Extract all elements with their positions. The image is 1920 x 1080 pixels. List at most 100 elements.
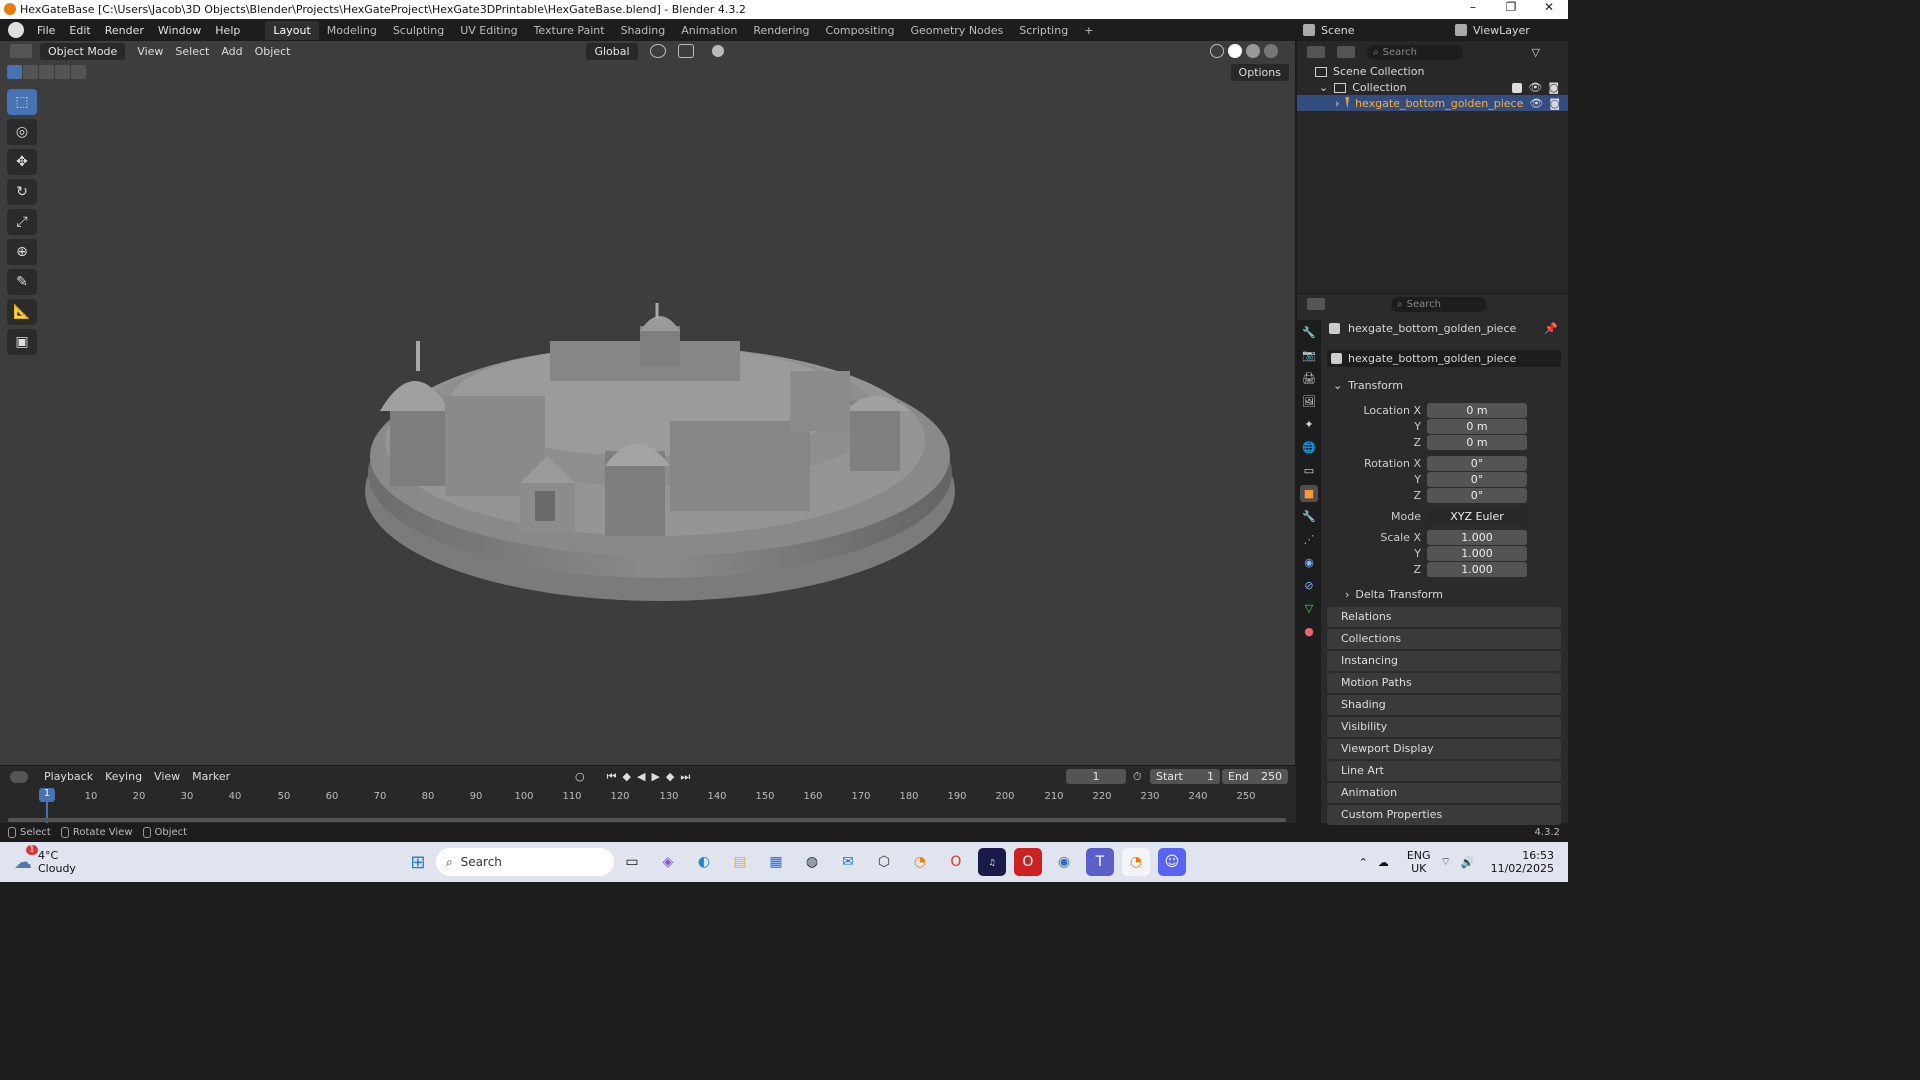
tree-scene-collection[interactable]: Scene Collection <box>1315 65 1424 78</box>
select-subtract-icon[interactable] <box>39 65 54 79</box>
teams-icon[interactable]: T <box>1085 848 1114 876</box>
timeline-scrollbar[interactable] <box>8 818 1286 822</box>
panel-instancing[interactable]: Instancing <box>1327 651 1561 671</box>
3d-viewport[interactable]: Object Mode View Select Add Object Globa… <box>0 41 1296 765</box>
mail-icon[interactable]: ✉ <box>834 848 862 876</box>
scale-x-field[interactable]: 1.000 <box>1427 529 1527 545</box>
tab-geometry-nodes[interactable]: Geometry Nodes <box>902 21 1011 40</box>
menu-object[interactable]: Object <box>249 43 297 60</box>
copilot-icon[interactable]: ◈ <box>654 848 682 876</box>
tool-tab-icon[interactable]: 🔧 <box>1300 324 1318 341</box>
end-frame-field[interactable]: End 250 <box>1222 769 1288 784</box>
tab-rendering[interactable]: Rendering <box>745 21 817 40</box>
constraints-tab-icon[interactable]: ⊘ <box>1300 577 1318 594</box>
onedrive-icon[interactable]: ☁ <box>1378 856 1389 869</box>
panel-viewport-display[interactable]: Viewport Display <box>1327 739 1561 759</box>
camera-icon[interactable]: ◙ <box>1549 97 1560 110</box>
panel-relations[interactable]: Relations <box>1327 607 1561 627</box>
scene-tab-icon[interactable]: ✦ <box>1300 416 1318 433</box>
blender-taskbar-icon[interactable]: ◔ <box>906 848 934 876</box>
blender-active-icon[interactable]: ◔ <box>1121 848 1150 876</box>
rotation-x-field[interactable]: 0° <box>1427 455 1527 471</box>
windows-start-icon[interactable]: ⊞ <box>404 848 432 876</box>
tab-layout[interactable]: Layout <box>265 20 319 40</box>
menu-window[interactable]: Window <box>151 24 208 37</box>
tab-scripting[interactable]: Scripting <box>1011 21 1076 40</box>
tab-texture-paint[interactable]: Texture Paint <box>526 21 613 40</box>
pin-icon[interactable]: 📌 <box>1544 322 1558 335</box>
eye-icon[interactable]: 👁 <box>1529 97 1543 110</box>
location-y-field[interactable]: 0 m <box>1427 418 1527 434</box>
tab-compositing[interactable]: Compositing <box>818 21 903 40</box>
blender-menu-icon[interactable] <box>8 22 24 38</box>
solid-shading-icon[interactable] <box>1228 44 1242 58</box>
outliner-editor-type-icon[interactable] <box>1307 46 1325 58</box>
rotate-tool-icon[interactable]: ↻ <box>7 179 37 205</box>
task-view-icon[interactable]: ▭ <box>618 848 646 876</box>
transform-tool-icon[interactable]: ⊕ <box>7 239 37 265</box>
expand-chevron-icon[interactable]: › <box>1335 97 1339 110</box>
view-layer-tab-icon[interactable]: 🖼 <box>1300 393 1318 410</box>
modifier-tab-icon[interactable]: 🔧 <box>1300 508 1318 525</box>
wireframe-shading-icon[interactable] <box>1210 44 1224 58</box>
menu-select[interactable]: Select <box>169 43 215 60</box>
panel-visibility[interactable]: Visibility <box>1327 717 1561 737</box>
material-shading-icon[interactable] <box>1246 44 1260 58</box>
viewport-shading-icons[interactable] <box>1210 44 1278 58</box>
panel-line-art[interactable]: Line Art <box>1327 761 1561 781</box>
view-layer-name[interactable]: ViewLayer <box>1473 24 1530 37</box>
move-tool-icon[interactable]: ✥ <box>7 149 37 175</box>
tab-shading[interactable]: Shading <box>613 21 674 40</box>
object-tab-icon[interactable]: ■ <box>1300 485 1318 502</box>
panel-shading[interactable]: Shading <box>1327 695 1561 715</box>
measure-tool-icon[interactable]: 📐 <box>7 299 37 325</box>
volume-icon[interactable]: 🔊 <box>1461 856 1475 869</box>
play-reverse-icon[interactable]: ◀ <box>637 770 645 784</box>
menu-help[interactable]: Help <box>208 24 247 37</box>
collection-tab-icon[interactable]: ▭ <box>1300 462 1318 479</box>
scale-z-field[interactable]: 1.000 <box>1427 561 1527 577</box>
snap-icon[interactable] <box>677 44 694 58</box>
rotation-mode-dropdown[interactable]: XYZ Euler <box>1427 508 1527 524</box>
playhead[interactable]: 1 <box>39 788 55 802</box>
exclude-checkbox-icon[interactable] <box>1512 82 1523 93</box>
cursor-tool-icon[interactable]: ◎ <box>7 119 37 145</box>
menu-render[interactable]: Render <box>98 24 151 37</box>
amazon-music-icon[interactable]: ♫ <box>977 848 1006 876</box>
unity-icon[interactable]: ⬡ <box>870 848 898 876</box>
jump-start-icon[interactable]: ⏮ <box>607 770 617 784</box>
timeline-ruler[interactable]: 10 20 30 40 50 60 70 80 90 100 110 120 1… <box>0 787 1296 807</box>
scale-y-field[interactable]: 1.000 <box>1427 545 1527 561</box>
opera-gx-icon[interactable]: O <box>1013 848 1042 876</box>
scene-name[interactable]: Scene <box>1321 24 1411 37</box>
file-explorer-icon[interactable]: ▤ <box>726 848 754 876</box>
transform-orientation-dropdown[interactable]: Global <box>586 42 638 60</box>
select-box-tool-icon[interactable]: ⬚ <box>7 89 37 115</box>
camera-icon[interactable]: ◙ <box>1548 81 1559 94</box>
select-new-icon[interactable] <box>7 65 22 79</box>
tab-sculpting[interactable]: Sculpting <box>385 21 452 40</box>
location-x-field[interactable]: 0 m <box>1427 402 1527 418</box>
add-cube-tool-icon[interactable]: ▣ <box>7 329 37 355</box>
tab-modeling[interactable]: Modeling <box>319 21 385 40</box>
menu-add[interactable]: Add <box>215 43 248 60</box>
rotation-z-field[interactable]: 0° <box>1427 487 1527 503</box>
world-tab-icon[interactable]: 🌐 <box>1300 439 1318 456</box>
start-frame-field[interactable]: Start 1 <box>1150 769 1220 784</box>
data-tab-icon[interactable]: ▽ <box>1300 600 1318 617</box>
steam-icon[interactable]: ◍ <box>798 848 826 876</box>
panel-custom-properties[interactable]: Custom Properties <box>1327 805 1561 825</box>
panel-motion-paths[interactable]: Motion Paths <box>1327 673 1561 693</box>
stopwatch-icon[interactable]: ⏱ <box>1133 770 1142 784</box>
language-indicator[interactable]: ENG UK <box>1407 849 1431 875</box>
jump-keyframe-back-icon[interactable]: ◆ <box>623 770 631 784</box>
jump-end-icon[interactable]: ⏭ <box>680 770 690 784</box>
transform-panel-header[interactable]: ⌄ Transform <box>1333 379 1403 392</box>
properties-editor-type-icon[interactable] <box>1307 298 1325 310</box>
hexgate-model[interactable] <box>350 251 970 621</box>
scale-tool-icon[interactable]: ⤢ <box>7 209 37 235</box>
timeline-editor[interactable]: Playback Keying View Marker ○ ⏮ ◆ ◀ ▶ ◆ … <box>0 765 1296 824</box>
minimize-button[interactable]: – <box>1454 0 1492 14</box>
discord-icon[interactable]: ☺ <box>1157 848 1186 876</box>
select-intersect-icon[interactable] <box>71 65 86 79</box>
